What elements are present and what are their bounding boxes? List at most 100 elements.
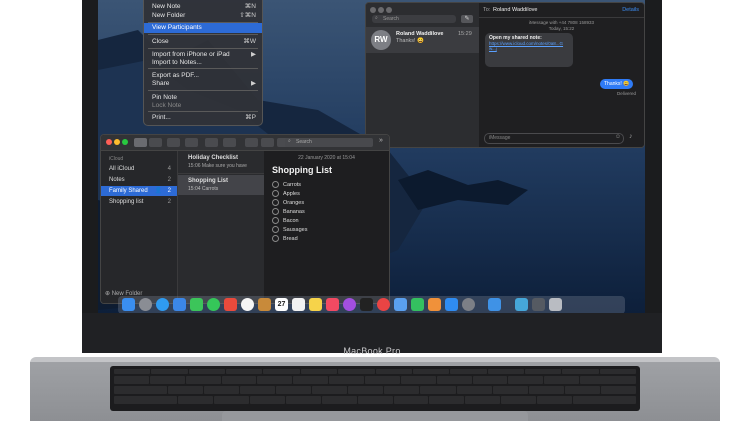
minimize-dot[interactable] xyxy=(114,139,120,145)
delivered-status: Delivered xyxy=(617,91,637,96)
checklist-icon[interactable] xyxy=(261,138,274,147)
checkbox[interactable] xyxy=(272,190,279,198)
contacts-icon[interactable] xyxy=(258,298,271,311)
preview-icon[interactable] xyxy=(488,298,501,311)
menu-separator xyxy=(148,111,258,112)
zoom-dot[interactable] xyxy=(386,7,392,13)
sidebar-item-notes[interactable]: Notes 2 xyxy=(101,175,177,185)
zoom-dot[interactable] xyxy=(122,139,128,145)
checklist-item[interactable]: Oranges xyxy=(272,199,307,208)
checkbox[interactable] xyxy=(272,181,279,189)
trash-icon[interactable] xyxy=(549,298,562,311)
messages-transcript: To: Roland Waddilove Details iMessage wi… xyxy=(479,3,644,147)
downloads-folder-icon[interactable] xyxy=(515,298,528,311)
details-button[interactable]: Details xyxy=(622,7,639,13)
photos-icon[interactable] xyxy=(241,298,254,311)
audio-icon[interactable]: ♪ xyxy=(629,133,633,140)
notes-toolbar: ⌕ Search » xyxy=(101,135,389,151)
sidebar-section-icloud: iCloud xyxy=(109,156,124,162)
list-view-icon[interactable] xyxy=(134,138,147,147)
maps-icon[interactable] xyxy=(224,298,237,311)
notes-search-field[interactable]: ⌕ Search xyxy=(285,138,373,147)
checkbox[interactable] xyxy=(272,226,279,234)
menu-item-new-folder[interactable]: New Folder ⇧⌘N xyxy=(144,11,262,21)
messages-icon[interactable] xyxy=(207,298,220,311)
delete-icon[interactable] xyxy=(205,138,218,147)
more-icon[interactable]: » xyxy=(379,137,383,144)
menu-item-share[interactable]: Share ▶ xyxy=(144,79,262,89)
gallery-view-icon[interactable] xyxy=(149,138,162,147)
file-menu: New Note ⌘N New Folder ⇧⌘N View Participan… xyxy=(143,0,263,126)
conversation-item[interactable]: RW Roland Waddilove Thanks! 😀 15:29 xyxy=(366,27,479,53)
tv-icon[interactable] xyxy=(360,298,373,311)
finder-icon[interactable] xyxy=(122,298,135,311)
mail-icon[interactable] xyxy=(173,298,186,311)
close-dot[interactable] xyxy=(106,139,112,145)
documents-stack-icon[interactable] xyxy=(532,298,545,311)
sent-message-bubble: Thanks! 😀 xyxy=(600,79,634,89)
brand-label: MacBook Pro xyxy=(343,346,401,356)
checkbox[interactable] xyxy=(272,217,279,225)
checkbox[interactable] xyxy=(272,235,279,243)
menu-separator xyxy=(148,34,258,35)
conversation-name: Roland Waddilove xyxy=(396,31,444,37)
note-title: Shopping List xyxy=(272,165,332,175)
pages-icon[interactable] xyxy=(428,298,441,311)
safari-icon[interactable] xyxy=(156,298,169,311)
checklist-item[interactable]: Bacon xyxy=(272,217,307,226)
shared-people-icon: 👤 xyxy=(154,188,162,194)
compose-icon[interactable] xyxy=(223,138,236,147)
menu-item-view-participants[interactable]: View Participants xyxy=(144,23,262,33)
numbers-icon[interactable] xyxy=(411,298,424,311)
keyboard xyxy=(110,366,640,411)
attachments-icon[interactable] xyxy=(185,138,198,147)
checklist-item[interactable]: Sausages xyxy=(272,226,307,235)
keynote-icon[interactable] xyxy=(394,298,407,311)
recipient-name: Roland Waddilove xyxy=(493,7,538,13)
news-icon[interactable] xyxy=(377,298,390,311)
checklist-item[interactable]: Bananas xyxy=(272,208,307,217)
checkbox[interactable] xyxy=(272,199,279,207)
menu-item-print[interactable]: Print... ⌘P xyxy=(144,113,262,123)
sidebar-toggle-icon[interactable] xyxy=(167,138,180,147)
checkbox[interactable] xyxy=(272,208,279,216)
facetime-icon[interactable] xyxy=(190,298,203,311)
minimize-dot[interactable] xyxy=(378,7,384,13)
notes-icon[interactable] xyxy=(309,298,322,311)
messages-window: ⌕ Search ✎ RW Roland Waddilove Thanks! 😀… xyxy=(365,2,645,148)
menu-item-lock-note: Lock Note xyxy=(152,102,182,109)
calendar-icon[interactable]: 27 xyxy=(275,298,288,311)
notes-list: Holiday Checklist 15:06 Make sure you ha… xyxy=(177,151,265,303)
note-editor[interactable]: 22 January 2020 at 15:04 Shopping List C… xyxy=(264,151,389,303)
music-icon[interactable] xyxy=(326,298,339,311)
list-item-selected[interactable]: Shopping List 15:04 Carrots xyxy=(178,175,264,195)
reminders-icon[interactable] xyxy=(292,298,305,311)
message-input[interactable]: iMessage ☺ xyxy=(484,133,624,144)
avatar: RW xyxy=(371,30,391,50)
launchpad-icon[interactable] xyxy=(139,298,152,311)
screen: New Note ⌘N New Folder ⇧⌘N View Participan… xyxy=(98,0,645,313)
sidebar-item-family-shared[interactable]: Family Shared 👤 2 xyxy=(101,186,177,196)
sidebar-item-shopping-list[interactable]: Shopping list 2 xyxy=(101,197,177,207)
messages-search-field[interactable]: ⌕ Search xyxy=(372,15,456,23)
messages-header: To: Roland Waddilove Details xyxy=(479,3,644,18)
menu-separator xyxy=(148,68,258,69)
checklist-item[interactable]: Bread xyxy=(272,235,307,244)
format-icon[interactable] xyxy=(245,138,258,147)
menu-item-import-notes[interactable]: Import to Notes... xyxy=(144,58,262,68)
checklist-item[interactable]: Carrots xyxy=(272,181,307,190)
menu-item-close[interactable]: Close ⌘W xyxy=(144,37,262,47)
compose-icon[interactable]: ✎ xyxy=(461,15,473,23)
sidebar-item-all-icloud[interactable]: All iCloud 4 xyxy=(101,164,177,174)
menu-separator xyxy=(148,90,258,91)
app-store-icon[interactable] xyxy=(445,298,458,311)
checklist-item[interactable]: Apples xyxy=(272,190,307,199)
messages-sidebar: ⌕ Search ✎ RW Roland Waddilove Thanks! 😀… xyxy=(366,3,479,147)
close-dot[interactable] xyxy=(370,7,376,13)
system-preferences-icon[interactable] xyxy=(462,298,475,311)
emoji-icon[interactable]: ☺ xyxy=(615,134,621,140)
podcasts-icon[interactable] xyxy=(343,298,356,311)
conversation-time: 15:29 xyxy=(458,31,472,37)
shared-note-link[interactable]: https://www.icloud.com/notes/0a8...Gw...… xyxy=(489,41,569,51)
list-item[interactable]: Holiday Checklist 15:06 Make sure you ha… xyxy=(178,153,264,174)
